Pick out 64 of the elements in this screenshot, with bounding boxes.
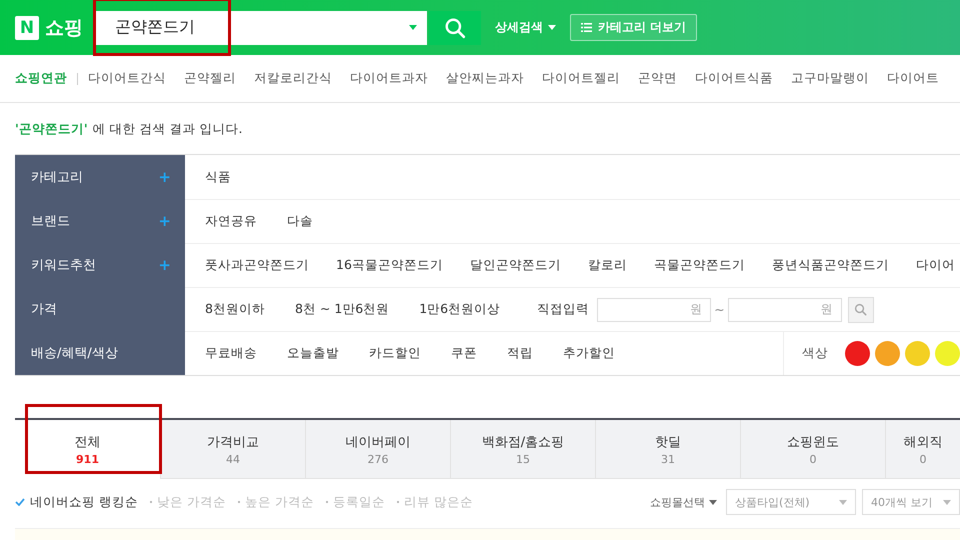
caret-icon: [548, 25, 556, 30]
shop-select-button[interactable]: 쇼핑몰선택: [650, 494, 717, 510]
sort-option[interactable]: 네이버쇼핑 랭킹순: [15, 494, 138, 510]
related-keyword-link[interactable]: 곤약젤리: [184, 70, 236, 87]
related-keyword-link[interactable]: 다이어트과자: [350, 70, 428, 87]
filter-option-link[interactable]: 풋사과곤약쫀드기: [205, 257, 309, 274]
filter-option-link[interactable]: 16곡물곤약쫀드기: [336, 257, 443, 274]
result-tab[interactable]: 핫딜 31: [595, 420, 740, 479]
list-icon: [581, 23, 592, 32]
result-tab[interactable]: 백화점/홈쇼핑 15: [450, 420, 595, 479]
search-field[interactable]: 곤약쫀드기: [95, 10, 427, 44]
filter-option-link[interactable]: 식품: [205, 168, 231, 186]
related-keyword-link[interactable]: 다이어트: [887, 70, 939, 87]
filter-option-link[interactable]: 곡물곤약쫀드기: [654, 257, 745, 274]
result-tab[interactable]: 해외직 0: [885, 420, 960, 479]
filter-option-link[interactable]: 쿠폰: [451, 345, 477, 362]
filter-option-link[interactable]: 적립: [507, 345, 533, 362]
filter-option-link[interactable]: 다솔: [287, 213, 313, 230]
related-keyword-link[interactable]: 곤약면: [638, 70, 677, 87]
related-keyword-link[interactable]: 다이어트식품: [695, 70, 773, 87]
filter-option-link[interactable]: 8천원이하: [205, 301, 265, 318]
check-icon: [15, 498, 25, 506]
result-tab[interactable]: 네이버페이 276: [305, 420, 450, 479]
direct-input-label: 직접입력: [537, 301, 590, 318]
filter-option-link[interactable]: 무료배송: [205, 345, 257, 362]
result-notice-text: 에 대한 검색 결과 입니다.: [92, 121, 243, 133]
color-label: 색상: [802, 345, 828, 362]
filter-option-link[interactable]: 자연공유: [205, 213, 257, 230]
filter-label: 배송/혜택/색상: [15, 331, 185, 375]
filter-option-link[interactable]: 1만6천원이상: [419, 301, 500, 318]
related-label: 쇼핑연관: [15, 70, 67, 87]
caret-icon: [409, 25, 417, 30]
filter-label: 가격: [15, 287, 185, 331]
search-button[interactable]: [429, 10, 481, 44]
filter-option-link[interactable]: 추가할인: [563, 345, 615, 362]
range-separator: ~: [714, 302, 725, 317]
color-swatch[interactable]: [875, 341, 900, 366]
related-keyword-link[interactable]: 다이어트간식: [88, 70, 166, 87]
caret-icon: [839, 500, 847, 504]
color-swatch[interactable]: [905, 341, 930, 366]
result-tab[interactable]: 쇼핑윈도 0: [740, 420, 885, 479]
search-icon: [444, 16, 466, 38]
filter-label: 키워드추천 +: [15, 243, 185, 287]
filter-option-link[interactable]: 칼로리: [588, 257, 627, 274]
related-keyword-link[interactable]: 저칼로리간식: [254, 70, 332, 87]
filter-label: 카테고리 +: [15, 155, 185, 199]
filter-option-link[interactable]: 다이어: [916, 257, 955, 274]
related-keyword-link[interactable]: 고구마말랭이: [791, 70, 869, 87]
color-swatch[interactable]: [845, 341, 870, 366]
related-keyword-link[interactable]: 다이어트젤리: [542, 70, 620, 87]
related-keyword-link[interactable]: 살안찌는과자: [446, 70, 524, 87]
filter-option-link[interactable]: 오늘출발: [287, 345, 339, 362]
caret-icon: [709, 500, 717, 504]
result-tab[interactable]: 가격비교 44: [160, 420, 305, 479]
color-swatch[interactable]: [935, 341, 960, 366]
filter-option-link[interactable]: 8천 ~ 1만6천원: [294, 301, 390, 318]
filter-label: 브랜드 +: [15, 199, 185, 243]
filter-option-link[interactable]: 카드할인: [369, 345, 421, 362]
caret-icon: [943, 500, 951, 504]
filter-option-link[interactable]: 달인곤약쫀드기: [470, 257, 561, 274]
filter-option-link[interactable]: 풍년식품곤약쫀드기: [772, 257, 889, 274]
search-query-text: '곤약쫀드기': [15, 121, 88, 133]
search-icon: [854, 303, 868, 316]
price-search-button[interactable]: [848, 296, 874, 322]
